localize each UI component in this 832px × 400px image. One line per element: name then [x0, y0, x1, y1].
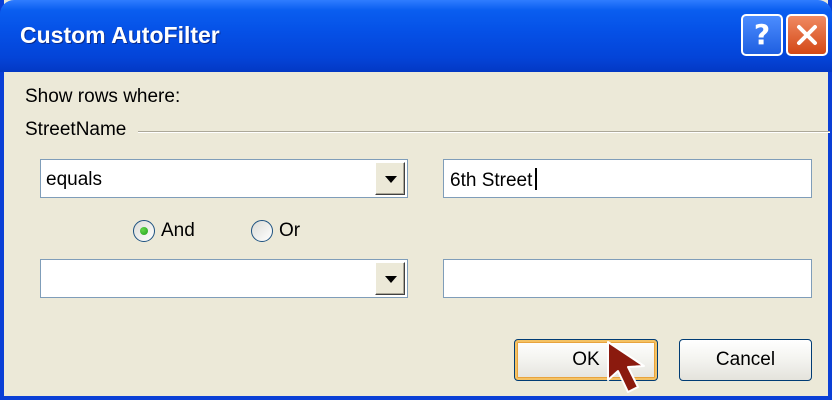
close-button[interactable] [786, 14, 828, 56]
title-bar[interactable]: Custom AutoFilter ? [0, 0, 832, 72]
and-radio[interactable]: And [133, 218, 195, 244]
operator-2-dropdown-button[interactable] [375, 262, 405, 295]
radio-selected-dot [140, 227, 148, 235]
operator-1-dropdown[interactable]: equals [40, 159, 408, 198]
value-2-input[interactable] [443, 259, 812, 298]
operator-1-dropdown-button[interactable] [375, 162, 405, 195]
show-rows-label: Show rows where: [25, 86, 181, 107]
text-caret [535, 168, 538, 190]
operator-1-value: equals [46, 169, 102, 190]
chevron-down-icon [385, 276, 397, 283]
help-icon: ? [753, 18, 771, 51]
and-radio-circle[interactable] [133, 220, 155, 242]
or-radio-circle[interactable] [251, 220, 273, 242]
or-radio[interactable]: Or [251, 218, 300, 244]
custom-autofilter-dialog: Custom AutoFilter ? Show rows where: Str… [0, 0, 832, 400]
cancel-button[interactable]: Cancel [679, 339, 812, 381]
close-icon [797, 25, 817, 45]
operator-2-dropdown[interactable] [40, 259, 408, 298]
dialog-title: Custom AutoFilter [20, 22, 220, 48]
group-divider [138, 131, 830, 133]
value-1-input[interactable]: 6th Street [443, 159, 812, 198]
mouse-cursor-icon [607, 341, 645, 393]
or-radio-label[interactable]: Or [279, 220, 300, 242]
chevron-down-icon [385, 176, 397, 183]
value-1-text: 6th Street [450, 170, 533, 191]
help-button[interactable]: ? [741, 14, 783, 56]
and-radio-label[interactable]: And [161, 220, 195, 242]
field-name-label: StreetName [25, 119, 130, 141]
